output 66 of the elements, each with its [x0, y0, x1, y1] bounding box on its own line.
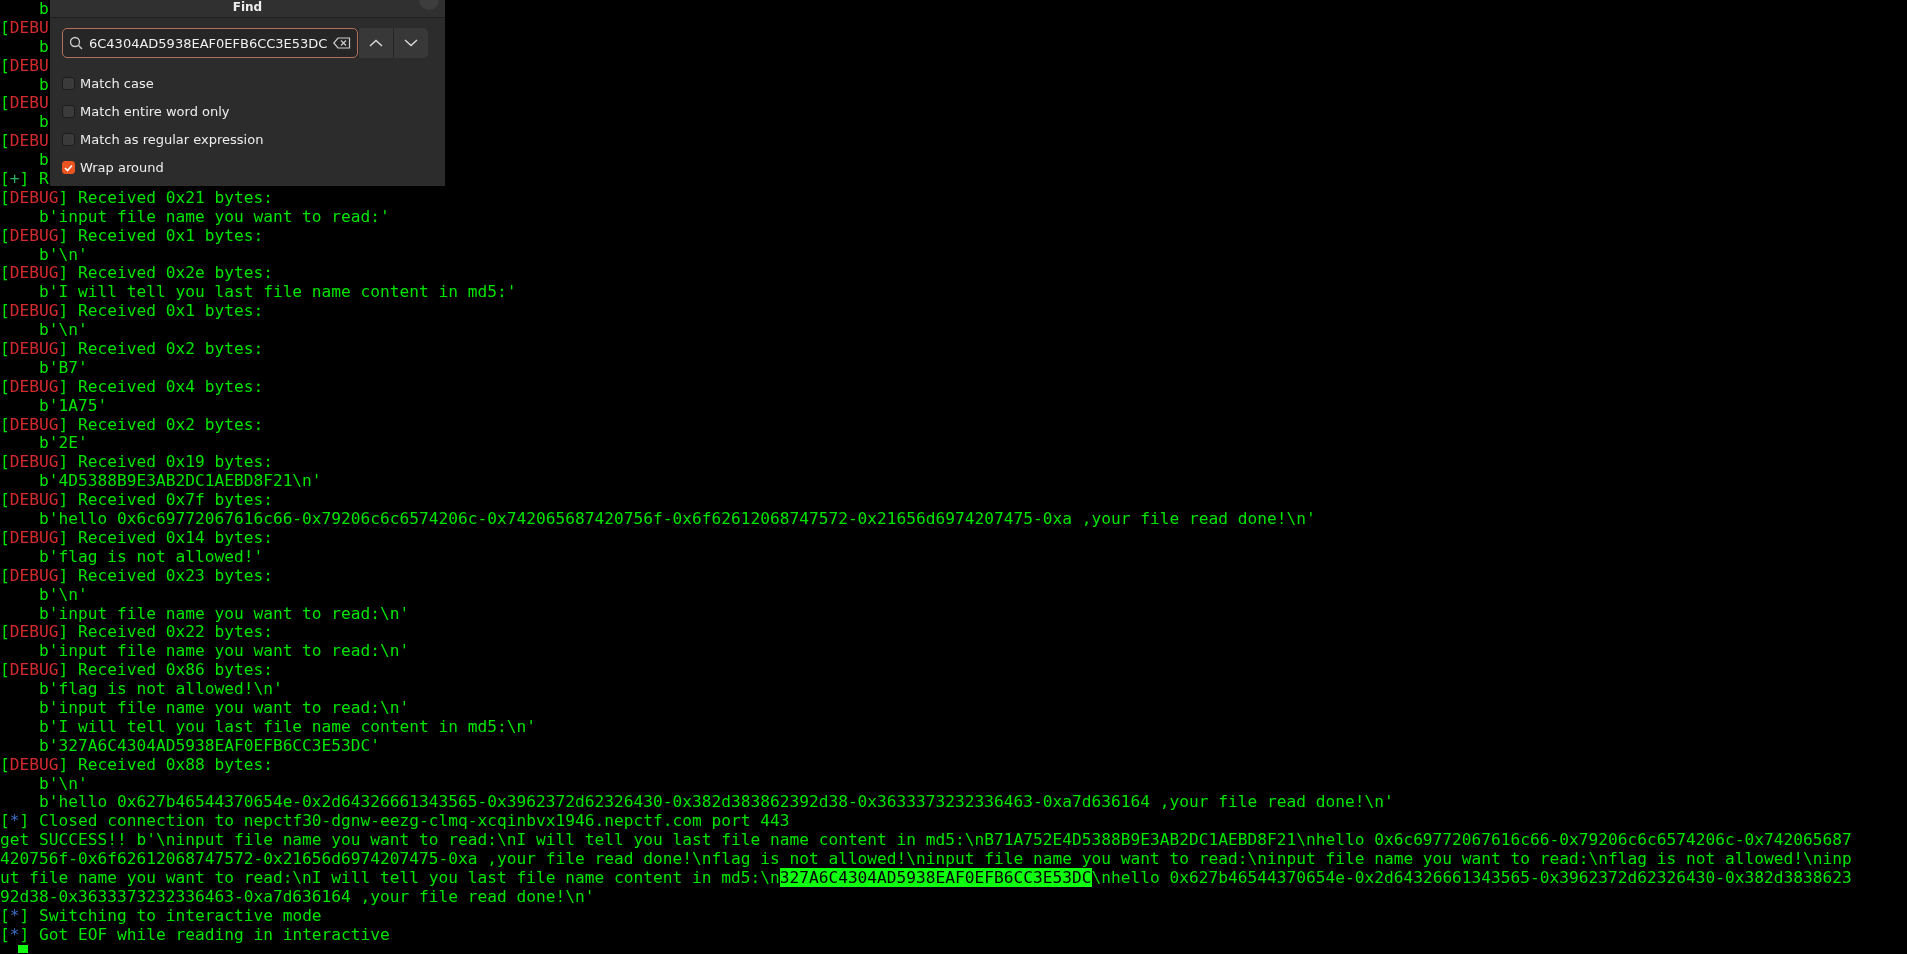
terminal-line: [DEBU — [0, 18, 49, 38]
terminal-cursor — [18, 944, 28, 953]
checkbox-label[interactable]: Match entire word only — [80, 104, 230, 119]
terminal-line: b'input file name you want to read:' — [37, 207, 390, 227]
terminal-line: [*] Switching to interactive mode — [0, 906, 322, 926]
terminal-line: [DEBUG] Received 0x7f bytes: — [0, 491, 273, 511]
terminal-line: b — [37, 113, 49, 133]
terminal-line: [DEBUG] Received 0x1 bytes: — [0, 226, 264, 246]
search-field[interactable]: 6C4304AD5938EAF0EFB6CC3E53DC — [62, 28, 358, 58]
checkbox-label[interactable]: Match case — [80, 76, 154, 91]
search-input[interactable]: 6C4304AD5938EAF0EFB6CC3E53DC — [89, 35, 327, 51]
terminal-line: b'\n' — [37, 321, 88, 341]
terminal-line: b'\n' — [37, 774, 88, 794]
terminal-line: b'\n' — [37, 245, 88, 265]
terminal-line: [DEBUG] Received 0x2 bytes: — [0, 340, 264, 359]
terminal-line: [DEBUG] Received 0x1 bytes: — [0, 302, 264, 322]
chevron-up-icon — [369, 39, 383, 47]
terminal-line: [+] R — [0, 170, 49, 189]
terminal-line: [DEBUG] Received 0x19 bytes: — [0, 453, 273, 473]
search-icon — [69, 36, 83, 50]
terminal-line: get SUCCESS!! b'\ninput file name you want to read:\nI will tell you last file name content in md5:\nB71A752E4D5388B9E3AB2DC1AEBD8F21\nhello 0x6c69772067616c66-0x79206c6c6574206c-0x742065687 — [0, 831, 1852, 851]
terminal-line: b'327A6C4304AD5938EAF0EFB6CC3E53DC' — [37, 736, 381, 756]
terminal-line: b — [37, 37, 49, 57]
checkbox[interactable] — [62, 133, 75, 146]
terminal-line: b'flag is not allowed!\n' — [37, 680, 283, 699]
terminal-line: [*] Got EOF while reading in interactive — [0, 925, 390, 945]
clear-icon[interactable] — [333, 37, 351, 49]
checkbox[interactable] — [62, 105, 75, 118]
terminal-line: [DEBUG] Received 0x88 bytes: — [0, 755, 273, 775]
terminal-line: [DEBUG] Received 0x23 bytes: — [0, 566, 273, 586]
checkbox[interactable] — [62, 77, 75, 90]
terminal-line: [DEBUG] Received 0x2e bytes: — [0, 264, 273, 284]
terminal-line: b'I will tell you last file name content in md5:\n' — [37, 717, 536, 737]
terminal-line: b'B7' — [37, 358, 88, 378]
terminal-line: b — [37, 151, 49, 170]
terminal-line: b — [37, 0, 49, 19]
checkbox-label[interactable]: Match as regular expression — [80, 132, 264, 147]
terminal-line: b'hello 0x6c69772067616c66-0x79206c6c6574206c-0x742065687420756f-0x6f62612068747572-0x21656d6974207475-0xa ,your file read done!\n' — [37, 510, 1316, 529]
terminal-line: b'input file name you want to read:\n' — [37, 604, 410, 624]
terminal-line: [*] Closed connection to nepctf30-dgnw-eezg-clmq-xcqinbvx1946.nepctf.com port 443 — [0, 812, 790, 832]
terminal-line: [DEBUG] Received 0x22 bytes: — [0, 623, 273, 643]
terminal-line: ut file name you want to read:\nI will tell you last file name content in md5:\n327A6C4304AD5938EAF0EFB6CC3E53DC\nhello 0x627b46544370654e-0x2d64326661343565-0x3962372d62326430-0x382d3838623 — [0, 868, 1852, 888]
terminal-line: b'hello 0x627b46544370654e-0x2d64326661343565-0x3962372d62326430-0x382d383862392d38-0x3633373232336463-0xa7d636164 ,your file read done!\n' — [37, 793, 1394, 813]
terminal-line: [DEBU — [0, 94, 49, 114]
terminal-line: [DEBU — [0, 132, 49, 152]
checkbox[interactable] — [62, 161, 75, 174]
terminal-line: [DEBUG] Received 0x21 bytes: — [0, 188, 273, 208]
terminal-line: [DEBUG] Received 0x14 bytes: — [0, 528, 273, 548]
checkbox-label[interactable]: Wrap around — [80, 160, 164, 175]
dialog-title: Find — [232, 1, 263, 13]
terminal-line: b'flag is not allowed!' — [37, 547, 264, 567]
terminal-line: b'\n' — [37, 585, 88, 605]
terminal-line: b'input file name you want to read:\n' — [37, 642, 410, 662]
terminal-line: 420756f-0x6f62612068747572-0x21656d6974207475-0xa ,your file read done!\nflag is not allowed!\ninput file name you want to read:\ninput file name you want to read:\nflag is not allowed!\ninp — [0, 850, 1852, 869]
terminal-line: b'2E' — [37, 434, 88, 454]
terminal-line: b'1A75' — [37, 396, 108, 416]
terminal-line: 92d38-0x3633373232336463-0xa7d636164 ,your file read done!\n' — [0, 887, 595, 907]
terminal-line: b'input file name you want to read:\n' — [37, 698, 410, 718]
terminal-line: [DEBUG] Received 0x86 bytes: — [0, 661, 273, 681]
chevron-down-icon — [404, 39, 418, 47]
terminal-line: [DEBUG] Received 0x2 bytes: — [0, 415, 264, 435]
terminal-line: b — [37, 75, 49, 95]
terminal-line: [DEBUG] Received 0x4 bytes: — [0, 377, 264, 397]
terminal-line: b'4D5388B9E3AB2DC1AEBD8F21\n' — [37, 472, 322, 492]
terminal-line: b'I will tell you last file name content in md5:' — [37, 283, 517, 303]
terminal-line: [DEBU — [0, 56, 49, 76]
